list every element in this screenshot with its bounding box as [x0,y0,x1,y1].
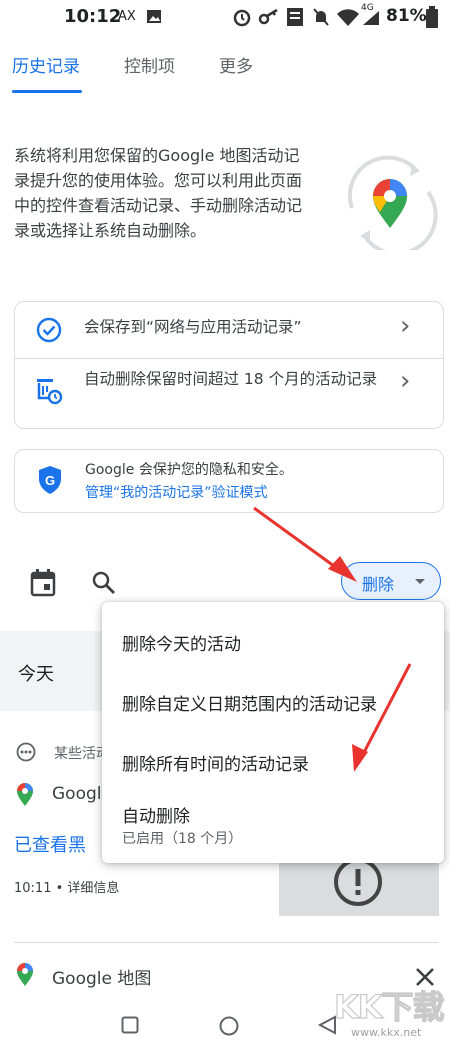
key-icon [258,8,278,25]
image-icon [147,10,161,23]
recents-icon[interactable] [121,1016,139,1034]
watermark-url: www.kkx.net [351,1026,422,1039]
activity-app-name: Google 地图 [52,969,152,989]
tab-history[interactable]: 历史记录 [12,52,80,77]
activity-time-details[interactable]: 10:11 • 详细信息 [14,877,119,896]
wifi-icon [337,9,359,26]
maps-pin-icon [17,783,33,806]
menu-delete-custom-range[interactable]: 删除自定义日期范围内的活动记录 [122,690,377,715]
arrow-to-delete-button [253,506,346,576]
clock: 10:12 [64,6,122,27]
saving-setting-row[interactable]: 会保存到“网络与应用活动记录” › [14,301,442,357]
check-circle-icon [36,317,62,343]
chevron-right-icon: › [400,311,411,341]
viewed-link[interactable]: 已查看黑 [14,831,86,857]
auto-delete-icon [37,379,63,405]
section-header-today: 今天 [18,664,54,685]
calendar-icon[interactable] [30,569,56,597]
auto-delete-setting-text: 自动删除保留时间超过 18 个月的活动记录 [84,370,378,388]
tab-controls[interactable]: 控制项 [124,52,175,77]
maps-history-illustration [347,155,438,250]
battery-percent: 81% [386,6,427,26]
alarm-icon [233,9,251,27]
error-icon [334,858,382,906]
shield-icon: G [39,466,61,494]
menu-delete-today[interactable]: 删除今天的活动 [122,630,241,655]
auto-delete-setting-row[interactable]: 自动删除保留时间超过 18 个月的活动记录 › [14,358,442,426]
mute-bell-icon [313,8,329,26]
saving-setting-text: 会保存到“网络与应用活动记录” [84,318,302,336]
home-icon[interactable] [219,1016,239,1036]
tab-more[interactable]: 更多 [219,52,253,77]
watermark-logo: KK下载 [333,987,445,1026]
delete-label: 删除 [362,575,395,594]
privacy-card: G Google 会保护您的隐私和安全。 管理“我的活动记录”验证模式 [14,449,444,513]
menu-auto-delete-status: 已启用（18 个月） [122,831,243,847]
active-tab-indicator [12,90,82,93]
svg-text:G: G [45,473,55,488]
dropdown-arrow-icon [415,579,425,584]
carrier-tag: AX [118,9,136,24]
status-bar: 10:12 AX 4G 81% [0,0,450,34]
signal-icon [363,11,379,25]
delete-dropdown-button[interactable]: 删除 [341,562,441,600]
divider [14,942,438,943]
delete-options-menu: 删除今天的活动 删除自定义日期范围内的活动记录 删除所有时间的活动记录 自动删除… [102,602,444,863]
verification-settings-link[interactable]: 管理“我的活动记录”验证模式 [85,482,268,502]
battery-icon [426,6,438,28]
chevron-right-icon: › [400,366,411,396]
maps-pin-icon [17,963,33,986]
privacy-text: Google 会保护您的隐私和安全。 [85,462,293,478]
search-icon[interactable] [91,570,117,596]
intro-text: 系统将利用您保留的Google 地图活动记录提升您的使用体验。您可以利用此页面中… [14,146,303,240]
menu-delete-all-time[interactable]: 删除所有时间的活动记录 [122,750,309,775]
wallet-icon [287,8,303,26]
more-circle-icon [16,742,36,762]
menu-auto-delete[interactable]: 自动删除 [122,802,190,827]
